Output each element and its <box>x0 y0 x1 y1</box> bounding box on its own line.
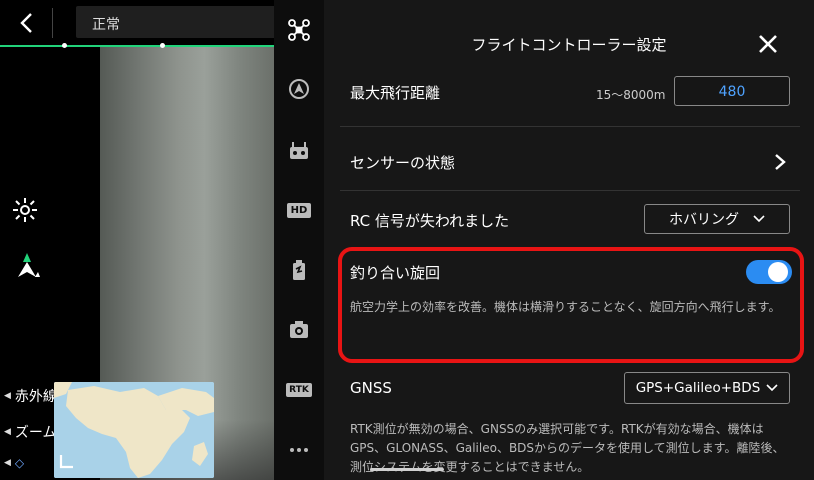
chevron-left-icon <box>20 13 32 33</box>
caret-left-icon: ◀ <box>4 458 11 468</box>
highlight-annotation <box>338 247 804 363</box>
hd-icon: HD <box>286 202 312 218</box>
rc-lost-label: RC 信号が失われました <box>350 212 510 230</box>
rtk-icon: RTK <box>286 383 312 397</box>
diamond-icon: ◇ <box>14 456 25 470</box>
status-text: 正常 <box>92 17 120 33</box>
signal-marker <box>62 43 67 48</box>
top-divider <box>52 8 53 38</box>
tool-obstacle[interactable] <box>274 72 324 106</box>
rc-lost-action-select[interactable]: ホバリング <box>644 204 790 234</box>
remote-controller-icon <box>290 142 308 159</box>
gnss-label: GNSS <box>350 379 392 397</box>
panel-title: フライトコントローラー設定 <box>471 36 667 54</box>
tool-remote-controller[interactable] <box>274 134 324 168</box>
max-distance-label: 最大飛行距離 <box>350 84 441 102</box>
expand-map-icon[interactable] <box>58 452 76 470</box>
sensor-status-label[interactable]: センサーの状態 <box>350 152 455 173</box>
gnss-value: GPS+Galileo+BDS <box>635 380 761 396</box>
chevron-right-icon <box>775 154 786 170</box>
close-button[interactable] <box>752 30 784 58</box>
close-icon <box>759 35 777 53</box>
row-divider <box>340 126 800 127</box>
gnss-select[interactable]: GPS+Galileo+BDS <box>624 372 790 404</box>
tool-rtk[interactable]: RTK <box>274 373 324 407</box>
obstacle-avoidance-icon <box>289 79 309 99</box>
max-distance-range: 15〜8000m <box>596 88 666 102</box>
tool-camera[interactable] <box>274 313 324 347</box>
camera-icon <box>290 321 308 338</box>
signal-line <box>0 45 274 47</box>
caret-left-icon: ◀ <box>4 391 11 401</box>
infrared-label: 赤外線 <box>14 389 57 405</box>
light-icon[interactable] <box>10 195 40 225</box>
caret-left-icon: ◀ <box>4 427 11 437</box>
infrared-button[interactable]: ◀ 赤外線 <box>4 386 57 406</box>
chevron-down-icon <box>766 384 778 392</box>
tool-more[interactable] <box>274 433 324 467</box>
tool-battery[interactable] <box>274 253 324 287</box>
row-divider <box>340 190 800 191</box>
more-icon <box>290 448 308 452</box>
tool-aircraft[interactable] <box>274 13 324 47</box>
scroll-indicator[interactable] <box>370 468 444 471</box>
chevron-down-icon <box>753 215 765 223</box>
back-button[interactable] <box>14 10 38 36</box>
waypoint-button[interactable]: ◀ ◇ <box>4 456 24 470</box>
navigation-arrow-icon[interactable] <box>12 250 42 280</box>
rc-lost-value: ホバリング <box>669 212 739 228</box>
tool-hd[interactable]: HD <box>274 193 324 227</box>
flight-controller-settings-panel <box>324 0 814 480</box>
battery-icon <box>293 260 305 280</box>
zoom-button[interactable]: ◀ ズーム <box>4 422 57 442</box>
minimap[interactable] <box>54 382 214 478</box>
signal-marker <box>160 43 165 48</box>
max-distance-input[interactable]: 480 <box>674 76 790 106</box>
zoom-label: ズーム <box>14 425 57 441</box>
sensor-status-arrow[interactable] <box>772 152 788 172</box>
drone-icon <box>288 19 310 41</box>
